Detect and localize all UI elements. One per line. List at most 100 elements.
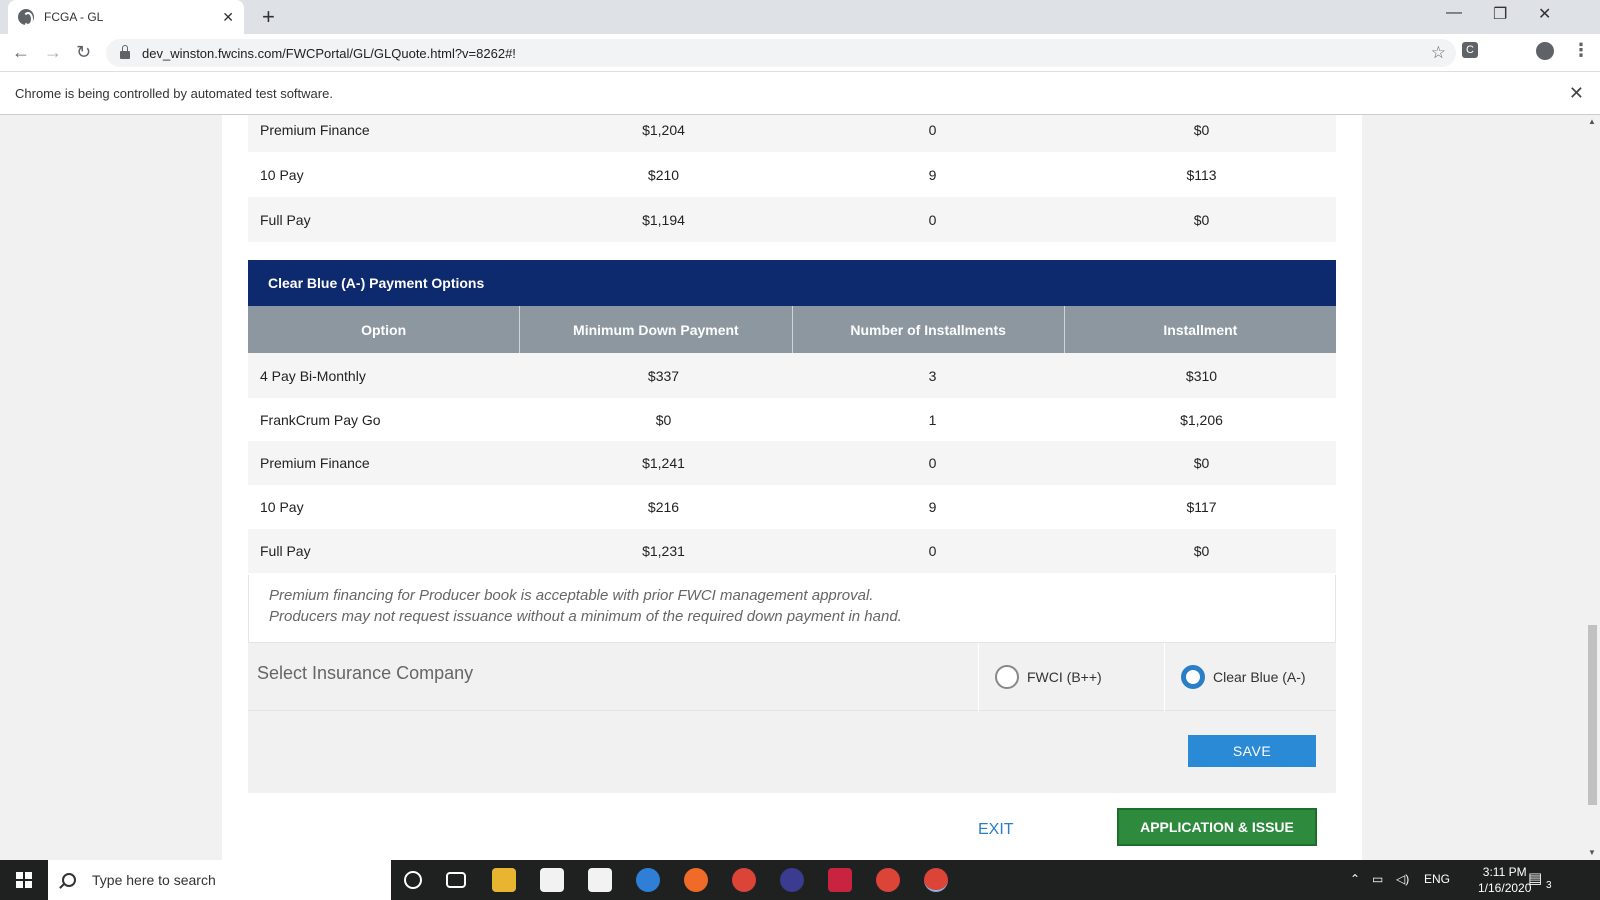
chrome-icon-2[interactable] <box>876 868 900 892</box>
table-row: Premium Finance $1,204 0 $0 <box>248 115 1336 152</box>
option-cell: 4 Pay Bi-Monthly <box>260 367 366 384</box>
column-header-option: Option <box>248 306 521 353</box>
url-text: dev_winston.fwcins.com/FWCPortal/GL/GLQu… <box>142 45 516 61</box>
column-header-down-payment: Minimum Down Payment <box>520 306 793 353</box>
volume-icon[interactable]: ◁) <box>1396 872 1409 886</box>
page-viewport: Premium Finance $1,204 0 $0 10 Pay $210 … <box>0 115 1585 860</box>
down-payment-cell: $1,194 <box>642 211 685 228</box>
app-orange-icon[interactable] <box>684 868 708 892</box>
note-line-2: Producers may not request issuance witho… <box>269 608 902 625</box>
installment-cell: $117 <box>1186 499 1217 515</box>
notification-count: 3 <box>1546 880 1552 891</box>
table-row: FrankCrum Pay Go $0 1 $1,206 <box>248 398 1336 441</box>
table-row: Full Pay $1,231 0 $0 <box>248 529 1336 573</box>
option-clear-blue-label[interactable]: Clear Blue (A-) <box>1213 669 1306 685</box>
network-icon[interactable]: ▭ <box>1372 872 1383 886</box>
option-fwci-label[interactable]: FWCI (B++) <box>1027 669 1102 685</box>
page-scrollbar[interactable]: ▲ ▼ <box>1585 115 1600 860</box>
installments-count-cell: 0 <box>928 543 937 559</box>
radio-fwci[interactable] <box>995 665 1019 689</box>
application-issue-button[interactable]: APPLICATION & ISSUE <box>1117 808 1317 846</box>
option-cell: Full Pay <box>260 543 311 559</box>
option-cell: 10 Pay <box>260 166 304 183</box>
table-row: Premium Finance $1,241 0 $0 <box>248 441 1336 485</box>
down-payment-cell: $1,241 <box>642 455 685 471</box>
tray-chevron-icon[interactable]: ⌃ <box>1350 872 1360 886</box>
forward-icon[interactable]: → <box>44 42 62 63</box>
previous-payment-table: Premium Finance $1,204 0 $0 10 Pay $210 … <box>248 115 1336 242</box>
down-payment-cell: $1,231 <box>642 543 685 559</box>
taskbar-search-placeholder: Type here to search <box>92 872 216 888</box>
lock-icon <box>120 45 130 59</box>
back-icon[interactable]: ← <box>12 42 30 63</box>
globe-icon <box>18 9 34 26</box>
select-company-row: Select Insurance Company FWCI (B++) Clea… <box>248 643 1336 711</box>
option-fwci[interactable]: FWCI (B++) <box>978 643 1164 711</box>
chrome-icon[interactable] <box>732 868 756 892</box>
down-payment-cell: $1,204 <box>642 121 685 138</box>
restore-icon[interactable]: ❐ <box>1493 4 1507 24</box>
option-cell: Full Pay <box>260 211 311 228</box>
installments-count-cell: 1 <box>928 411 937 428</box>
profile-avatar-icon[interactable] <box>1536 42 1554 60</box>
taskbar-clock[interactable]: 3:11 PM 1/16/2020 <box>1478 864 1531 896</box>
save-button[interactable]: SAVE <box>1188 735 1316 767</box>
extension-icon[interactable]: C <box>1462 42 1478 58</box>
cortana-icon[interactable] <box>404 871 422 889</box>
installment-cell: $310 <box>1185 367 1218 384</box>
down-payment-cell: $216 <box>647 499 680 515</box>
tab-close-icon[interactable]: ✕ <box>222 9 234 26</box>
note-line-1: Premium financing for Producer book is a… <box>269 587 874 604</box>
select-company-label: Select Insurance Company <box>257 663 474 683</box>
option-cell: 10 Pay <box>260 499 304 515</box>
down-payment-cell: $337 <box>647 367 680 384</box>
search-icon <box>62 873 76 887</box>
tab-title: FCGA - GL <box>44 10 104 24</box>
browser-tab[interactable]: FCGA - GL ✕ <box>8 0 244 34</box>
table-header: Option Minimum Down Payment Number of In… <box>248 306 1336 353</box>
table-row: 4 Pay Bi-Monthly $337 3 $310 <box>248 353 1336 398</box>
reload-icon[interactable]: ↻ <box>76 42 91 63</box>
clear-blue-section-title: Clear Blue (A-) Payment Options <box>248 260 1336 306</box>
table-row: 10 Pay $216 9 $117 <box>248 485 1336 529</box>
browser-tabbar: FCGA - GL ✕ + — ❐ ✕ <box>0 0 1600 34</box>
eclipse-icon[interactable] <box>780 868 804 892</box>
radio-clear-blue[interactable] <box>1181 665 1205 689</box>
mail-icon[interactable] <box>588 868 612 892</box>
minimize-icon[interactable]: — <box>1446 4 1462 22</box>
store-icon[interactable] <box>540 868 564 892</box>
infobar-close-icon[interactable]: ✕ <box>1569 83 1584 104</box>
url-field[interactable]: dev_winston.fwcins.com/FWCPortal/GL/GLQu… <box>106 39 1456 67</box>
window-close-icon[interactable]: ✕ <box>1538 4 1551 24</box>
clear-blue-payment-table: 4 Pay Bi-Monthly $337 3 $310 FrankCrum P… <box>248 353 1336 573</box>
task-view-icon[interactable] <box>446 872 466 888</box>
browser-menu-icon[interactable]: ⋮ <box>1572 40 1590 61</box>
option-cell: Premium Finance <box>260 121 370 138</box>
column-header-installment: Installment <box>1163 321 1238 338</box>
scroll-up-icon[interactable]: ▲ <box>1588 117 1596 126</box>
clock-time: 3:11 PM <box>1482 865 1527 879</box>
table-row: Full Pay $1,194 0 $0 <box>248 197 1336 242</box>
installment-cell: $1,206 <box>1180 411 1223 428</box>
option-cell: Premium Finance <box>260 455 370 471</box>
installment-cell: $0 <box>1193 211 1210 228</box>
notification-icon[interactable]: ▤ <box>1528 869 1542 887</box>
installments-count-cell: 0 <box>928 211 937 228</box>
scroll-down-icon[interactable]: ▼ <box>1588 848 1596 857</box>
installment-cell: $0 <box>1193 543 1210 559</box>
down-payment-cell: $0 <box>655 411 672 428</box>
installment-cell: $0 <box>1193 455 1210 471</box>
edge-browser-icon[interactable] <box>636 868 660 892</box>
taskbar-search-field[interactable]: Type here to search <box>48 860 391 900</box>
language-indicator[interactable]: ENG <box>1424 872 1450 886</box>
new-tab-icon[interactable]: + <box>262 4 275 30</box>
exit-link[interactable]: EXIT <box>978 821 1014 839</box>
installment-cell: $0 <box>1193 121 1210 138</box>
bookmark-star-icon[interactable]: ☆ <box>1431 43 1446 63</box>
windows-start-icon[interactable] <box>16 872 32 888</box>
app-red-icon[interactable] <box>828 868 852 892</box>
option-clear-blue[interactable]: Clear Blue (A-) <box>1164 643 1336 711</box>
chrome-active-icon[interactable] <box>924 868 948 892</box>
scrollbar-thumb[interactable] <box>1588 625 1597 805</box>
file-explorer-icon[interactable] <box>492 868 516 892</box>
